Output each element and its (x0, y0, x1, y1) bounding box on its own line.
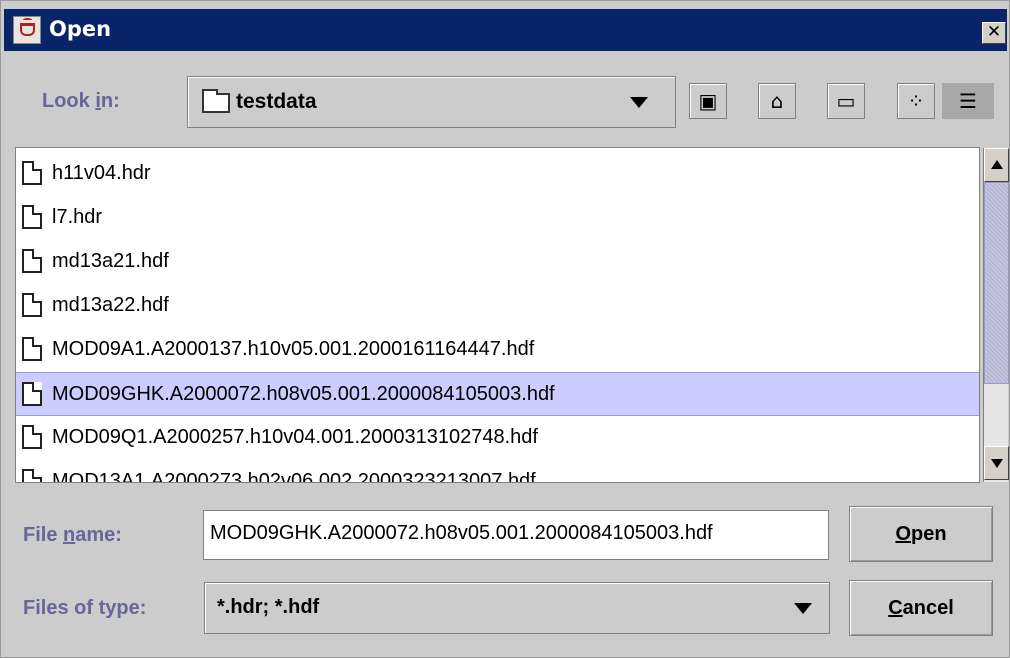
close-button[interactable]: ✕ (982, 22, 1006, 44)
close-icon: ✕ (986, 22, 1002, 42)
look-in-label: Look in: (42, 90, 120, 112)
file-name: md13a22.hdf (52, 294, 169, 316)
new-folder-button[interactable]: ▭ (827, 83, 865, 119)
new-folder-icon: ▭ (836, 89, 856, 113)
home-button[interactable]: ⌂ (758, 83, 796, 119)
file-icon (22, 249, 42, 273)
vertical-scrollbar[interactable] (983, 148, 1009, 482)
file-item-selected[interactable]: MOD09GHK.A2000072.h08v05.001.20000841050… (16, 372, 979, 416)
file-icon (22, 161, 42, 185)
details-view-icon: ☰ (959, 89, 977, 113)
files-of-type-value: *.hdr; *.hdf (217, 596, 320, 618)
scroll-down-button[interactable] (984, 446, 1009, 480)
file-name-label: File name: (23, 524, 122, 546)
up-one-level-button[interactable]: ▣ (689, 83, 727, 119)
file-icon (22, 469, 42, 482)
file-item[interactable]: MOD09Q1.A2000257.h10v04.001.200031310274… (16, 416, 979, 460)
file-item[interactable]: MOD13A1.A2000273.h02v06.002.200032321300… (16, 460, 979, 483)
look-in-value: testdata (236, 90, 317, 113)
cancel-button[interactable]: Cancel (849, 580, 993, 636)
file-name: MOD09A1.A2000137.h10v05.001.200016116444… (52, 338, 535, 360)
look-in-combo[interactable]: testdata (187, 76, 676, 128)
list-view-icon: ⁘ (907, 89, 925, 113)
file-icon (22, 293, 42, 317)
title-bar[interactable]: Open ✕ (4, 9, 1007, 51)
home-icon: ⌂ (770, 89, 784, 113)
file-icon (22, 337, 42, 361)
file-icon (22, 205, 42, 229)
file-icon (22, 382, 42, 406)
file-name: MOD09Q1.A2000257.h10v04.001.200031310274… (52, 426, 538, 448)
chevron-down-icon[interactable] (630, 97, 648, 108)
up-folder-icon: ▣ (698, 89, 718, 113)
open-button[interactable]: Open (849, 506, 993, 562)
file-name: h11v04.hdr (52, 162, 151, 184)
file-item[interactable]: md13a21.hdf (16, 240, 979, 284)
scroll-thumb[interactable] (984, 182, 1009, 384)
file-name: md13a21.hdf (52, 250, 169, 272)
files-of-type-combo[interactable]: *.hdr; *.hdf (204, 582, 830, 634)
list-view-button[interactable]: ⁘ (897, 83, 935, 119)
file-item[interactable]: h11v04.hdr (16, 152, 979, 196)
file-icon (22, 425, 42, 449)
scroll-up-button[interactable] (984, 148, 1009, 182)
chevron-down-icon[interactable] (794, 603, 812, 614)
file-name: MOD09GHK.A2000072.h08v05.001.20000841050… (52, 383, 555, 405)
details-view-button[interactable]: ☰ (942, 83, 994, 119)
file-item[interactable]: md13a22.hdf (16, 284, 979, 328)
files-of-type-label: Files of type: (23, 597, 147, 619)
file-name: MOD13A1.A2000273.h02v06.002.200032321300… (52, 470, 536, 483)
java-cup-icon (13, 16, 41, 44)
window-title: Open (49, 17, 112, 41)
open-dialog: Open ✕ Look in: testdata ▣ ⌂ ▭ ⁘ ☰ h11v0… (0, 0, 1010, 658)
file-item[interactable]: l7.hdr (16, 196, 979, 240)
arrow-down-icon (991, 459, 1003, 468)
file-name: l7.hdr (52, 206, 103, 228)
folder-icon (202, 89, 230, 113)
file-item[interactable]: MOD09A1.A2000137.h10v05.001.200016116444… (16, 328, 979, 372)
file-name-input[interactable]: MOD09GHK.A2000072.h08v05.001.20000841050… (203, 510, 829, 560)
arrow-up-icon (991, 160, 1003, 169)
file-list[interactable]: h11v04.hdr l7.hdr md13a21.hdf md13a22.hd… (15, 147, 980, 483)
